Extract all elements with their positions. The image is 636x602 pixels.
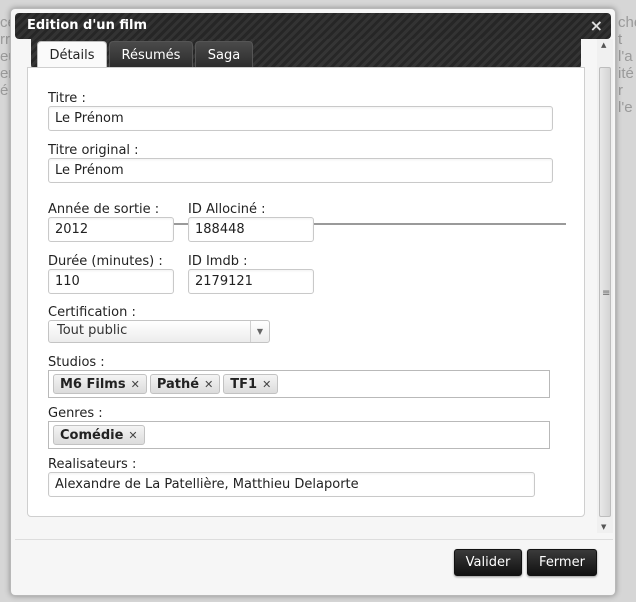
remove-tag-icon[interactable]: ✕ (262, 378, 271, 391)
annee-label: Année de sortie : (48, 202, 160, 217)
chevron-down-icon[interactable]: ▼ (250, 321, 269, 342)
studio-tag: Pathé ✕ (149, 374, 221, 394)
certification-value: Tout public (57, 323, 128, 338)
close-icon[interactable]: × (590, 16, 603, 35)
edit-film-dialog: Edition d'un film × Détails Résumés Saga… (10, 8, 616, 596)
annee-input[interactable] (48, 217, 174, 242)
grip-icon: ≡ (602, 288, 611, 299)
remove-tag-icon[interactable]: ✕ (128, 429, 137, 442)
duree-input[interactable] (48, 269, 174, 294)
genres-label: Genres : (48, 406, 103, 421)
tab-saga[interactable]: Saga (195, 41, 253, 69)
genres-tag-input[interactable]: Comédie ✕ (48, 421, 550, 449)
scrollbar-thumb[interactable]: ≡ (599, 67, 611, 517)
vertical-scrollbar[interactable]: ▲ ≡ ▼ (597, 39, 613, 533)
imdb-input[interactable] (188, 269, 314, 294)
duree-label: Durée (minutes) : (48, 254, 163, 269)
details-panel: Titre : Titre original : Année de sortie… (27, 67, 585, 517)
allocine-label: ID Allociné : (188, 202, 266, 217)
studio-tag: TF1 ✕ (223, 374, 279, 394)
titre-label: Titre : (48, 91, 86, 106)
scroll-up-icon[interactable]: ▲ (601, 41, 606, 49)
dialog-content: Détails Résumés Saga Titre : Titre origi… (15, 39, 613, 533)
genre-tag: Comédie ✕ (53, 425, 145, 445)
background-text-right: che t l'a ité r l'e (618, 14, 636, 116)
tab-bar: Détails Résumés Saga (31, 39, 581, 70)
certification-select[interactable]: Tout public ▼ (48, 320, 270, 343)
titre-original-label: Titre original : (48, 143, 139, 158)
titre-original-input[interactable] (48, 158, 553, 183)
studio-tag: M6 Films ✕ (53, 374, 147, 394)
tab-details[interactable]: Détails (37, 41, 107, 70)
footer-divider (15, 539, 613, 540)
dialog-titlebar[interactable]: Edition d'un film × (15, 13, 611, 39)
remove-tag-icon[interactable]: ✕ (131, 378, 140, 391)
realisateurs-label: Realisateurs : (48, 457, 137, 472)
studios-label: Studios : (48, 355, 105, 370)
allocine-input[interactable] (188, 217, 314, 242)
titre-input[interactable] (48, 106, 553, 131)
validate-button[interactable]: Valider (454, 549, 522, 576)
scroll-down-icon[interactable]: ▼ (601, 523, 606, 531)
realisateurs-input[interactable] (48, 472, 535, 497)
tab-resumes[interactable]: Résumés (109, 41, 193, 69)
certification-label: Certification : (48, 305, 136, 320)
imdb-label: ID Imdb : (188, 254, 248, 269)
studios-tag-input[interactable]: M6 Films ✕ Pathé ✕ TF1 ✕ (48, 370, 550, 398)
dialog-title: Edition d'un film (27, 18, 147, 33)
close-button[interactable]: Fermer (527, 549, 597, 576)
remove-tag-icon[interactable]: ✕ (204, 378, 213, 391)
